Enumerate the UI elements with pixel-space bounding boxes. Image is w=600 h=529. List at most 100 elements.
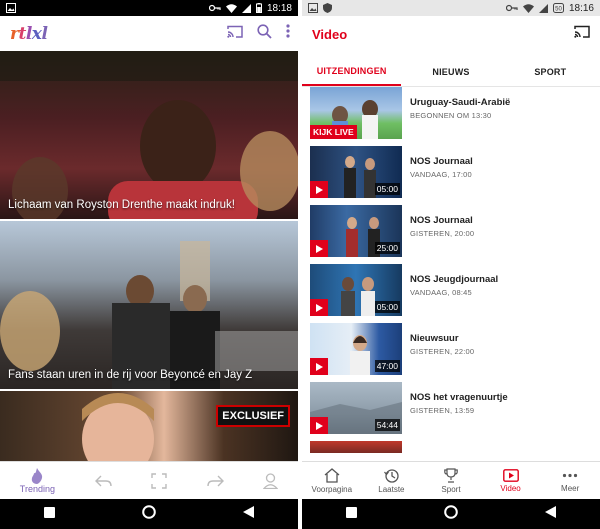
- exclusive-badge: EXCLUSIEF: [216, 405, 290, 427]
- battery-icon: [255, 3, 262, 13]
- signal-icon: [241, 3, 251, 13]
- undo-arrow-icon: [94, 475, 112, 487]
- play-icon: [315, 299, 323, 317]
- video-thumbnail: KIJK LIVE: [310, 87, 402, 139]
- overflow-menu-icon[interactable]: [286, 24, 290, 43]
- tab-fullscreen[interactable]: [151, 472, 167, 489]
- signal-icon: [538, 3, 548, 13]
- tab-sport-nav[interactable]: Sport: [421, 467, 480, 494]
- bottom-nav: Trending: [0, 461, 298, 499]
- tab-meer[interactable]: Meer: [541, 469, 600, 493]
- list-item[interactable]: [302, 441, 600, 453]
- play-button[interactable]: [310, 181, 328, 198]
- cast-icon[interactable]: [574, 25, 590, 43]
- list-item[interactable]: 05:00 NOS Jeugdjournaal VANDAAG, 08:45: [302, 264, 600, 316]
- play-button[interactable]: [310, 417, 328, 434]
- tab-share[interactable]: [206, 475, 224, 487]
- tab-back[interactable]: [94, 475, 112, 487]
- video-duration: 05:00: [374, 183, 400, 195]
- play-icon: [315, 358, 323, 376]
- recents-button[interactable]: [35, 499, 65, 529]
- tab-uitzendingen[interactable]: UITZENDINGEN: [302, 57, 402, 86]
- page-title: Video: [312, 26, 348, 42]
- list-item[interactable]: KIJK LIVE Uruguay-Saudi-Arabië BEGONNEN …: [302, 87, 600, 139]
- video-thumbnail: 05:00: [310, 264, 402, 316]
- video-subtitle: GISTEREN, 13:59: [410, 406, 475, 415]
- triangle-back-icon: [242, 505, 254, 523]
- status-bar: 50 18:16: [302, 0, 600, 16]
- tab-nieuws[interactable]: NIEUWS: [401, 57, 500, 86]
- feed-caption: Fans staan uren in de rij voor Beyoncé e…: [8, 369, 253, 381]
- back-button[interactable]: [535, 499, 565, 529]
- tab-profile[interactable]: [263, 472, 279, 489]
- tab-video[interactable]: Video: [481, 468, 540, 493]
- list-item[interactable]: 25:00 NOS Journaal GISTEREN, 20:00: [302, 205, 600, 257]
- play-icon: [315, 417, 323, 435]
- status-time: 18:16: [568, 2, 594, 14]
- home-icon: [324, 467, 340, 485]
- app-header: rtlxl: [0, 16, 298, 51]
- tab-trending-label: Trending: [19, 483, 55, 494]
- play-button[interactable]: [310, 240, 328, 257]
- square-icon: [346, 505, 358, 523]
- flame-icon: [30, 467, 44, 484]
- tab-bar: UITZENDINGEN NIEUWS SPORT: [302, 57, 600, 87]
- svg-text:50: 50: [555, 7, 562, 13]
- video-subtitle: VANDAAG, 17:00: [410, 170, 472, 179]
- person-icon: [263, 472, 279, 489]
- feed-caption: Lichaam van Royston Drenthe maakt indruk…: [8, 199, 235, 211]
- video-list: KIJK LIVE Uruguay-Saudi-Arabië BEGONNEN …: [302, 87, 600, 453]
- history-icon: [383, 468, 399, 485]
- video-thumbnail: 05:00: [310, 146, 402, 198]
- system-nav-bar: [302, 499, 600, 529]
- home-button[interactable]: [134, 499, 164, 529]
- tab-voorpagina[interactable]: Voorpagina: [302, 467, 361, 494]
- play-button[interactable]: [310, 299, 328, 316]
- play-button[interactable]: [310, 358, 328, 375]
- list-item[interactable]: 05:00 NOS Journaal VANDAAG, 17:00: [302, 146, 600, 198]
- status-bar: 18:18: [0, 0, 298, 16]
- video-title: NOS Journaal: [410, 215, 473, 226]
- tab-trending[interactable]: Trending: [19, 467, 55, 494]
- search-icon[interactable]: [257, 23, 272, 44]
- list-item[interactable]: 47:00 Nieuwsuur GISTEREN, 22:00: [302, 323, 600, 375]
- video-thumbnail: [310, 441, 402, 453]
- nos-screen: 50 18:16 Video UITZENDINGEN NIEUWS SPORT…: [302, 0, 600, 529]
- video-title: Uruguay-Saudi-Arabië: [410, 97, 511, 108]
- recents-button[interactable]: [337, 499, 367, 529]
- rtlxl-logo: rtlxl: [10, 23, 48, 44]
- tab-laatste-label: Laatste: [378, 484, 405, 494]
- video-feed: Lichaam van Royston Drenthe maakt indruk…: [0, 51, 298, 461]
- feed-card[interactable]: Fans staan uren in de rij voor Beyoncé e…: [0, 221, 298, 389]
- circle-icon: [142, 504, 156, 524]
- play-icon: [315, 181, 323, 199]
- video-subtitle: VANDAAG, 08:45: [410, 288, 472, 297]
- feed-card[interactable]: EXCLUSIEF: [0, 391, 298, 461]
- gallery-notification-icon: [6, 3, 16, 13]
- triangle-back-icon: [544, 505, 556, 523]
- tab-laatste[interactable]: Laatste: [362, 468, 421, 494]
- battery-icon: 50: [552, 3, 564, 13]
- trophy-icon: [444, 467, 458, 485]
- list-item[interactable]: 54:44 NOS het vragenuurtje GISTEREN, 13:…: [302, 382, 600, 434]
- tab-video-label: Video: [500, 483, 521, 493]
- video-subtitle: GISTEREN, 22:00: [410, 347, 475, 356]
- status-time: 18:18: [266, 2, 292, 14]
- feed-card[interactable]: Lichaam van Royston Drenthe maakt indruk…: [0, 51, 298, 219]
- video-subtitle: BEGONNEN OM 13:30: [410, 111, 492, 120]
- square-icon: [44, 505, 56, 523]
- video-title: NOS Journaal: [410, 156, 473, 167]
- video-thumbnail: 25:00: [310, 205, 402, 257]
- crop-frame-icon: [151, 472, 167, 489]
- video-duration: 47:00: [374, 360, 400, 372]
- circle-icon: [444, 504, 458, 524]
- video-title: Nieuwsuur: [410, 333, 459, 344]
- share-arrow-icon: [206, 475, 224, 487]
- wifi-icon: [225, 3, 237, 13]
- cast-icon[interactable]: [227, 25, 243, 43]
- rtlxl-screen: 18:18 rtlxl Lichaam van Royston Drenthe …: [0, 0, 298, 529]
- home-button[interactable]: [436, 499, 466, 529]
- feed-thumbnail: [0, 241, 298, 389]
- back-button[interactable]: [233, 499, 263, 529]
- tab-sport[interactable]: SPORT: [501, 57, 600, 86]
